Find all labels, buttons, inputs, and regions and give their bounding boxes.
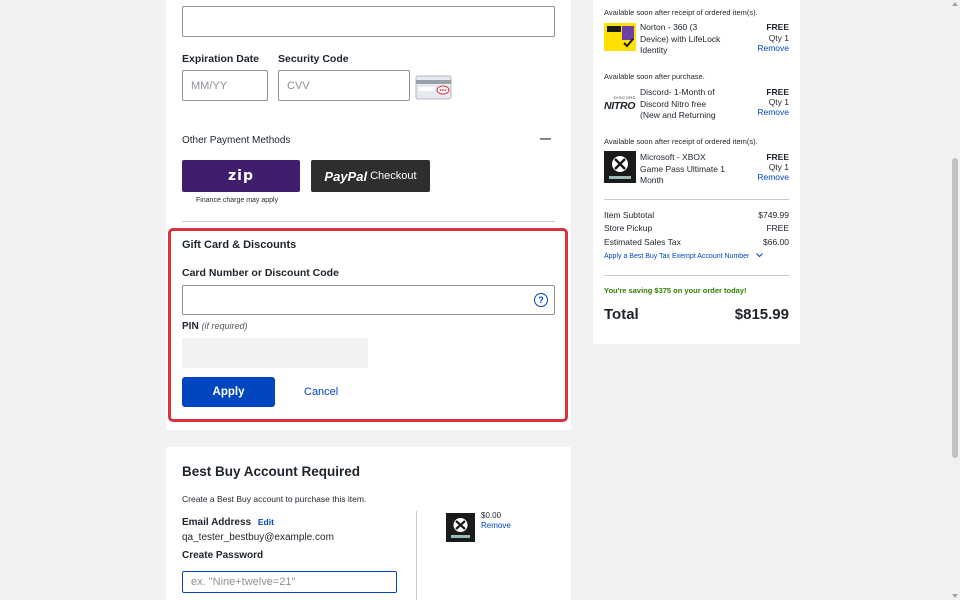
page-scrollbar[interactable]: [950, 0, 960, 600]
chevron-down-icon: [756, 253, 764, 260]
security-code-input[interactable]: CVV: [278, 70, 410, 101]
divider: [604, 199, 789, 200]
apply-label: Apply: [212, 386, 245, 398]
scroll-up-arrow[interactable]: [952, 2, 958, 6]
scroll-thumb[interactable]: [952, 158, 958, 458]
item-name: Norton - 360 (3 Device) with LifeLock Id…: [640, 22, 721, 55]
divider: [604, 275, 789, 276]
gift-card-title: Gift Card & Discounts: [182, 239, 297, 251]
edit-email-link[interactable]: Edit: [258, 517, 274, 527]
paypal-checkout-label: Checkout: [370, 170, 417, 182]
total-label: Total: [604, 306, 639, 323]
create-password-input[interactable]: ex. "Nine+twelve=21": [182, 571, 397, 593]
total-value: $815.99: [734, 306, 789, 323]
vertical-divider: [416, 511, 417, 600]
xbox-game-pass-icon: [446, 513, 475, 542]
card-number-input[interactable]: [182, 6, 555, 37]
store-pickup-value: FREE: [766, 223, 789, 233]
pin-input[interactable]: [182, 338, 368, 368]
divider: [182, 221, 555, 222]
item-price: FREE: [766, 87, 789, 97]
email-label-row: Email Address Edit: [182, 517, 274, 528]
sales-tax-value: $66.00: [763, 237, 789, 247]
discount-code-input[interactable]: [182, 285, 555, 315]
expiration-input[interactable]: MM/YY: [182, 70, 268, 101]
store-pickup-label: Store Pickup: [604, 223, 653, 233]
scroll-down-arrow[interactable]: [952, 594, 958, 598]
security-placeholder: CVV: [287, 79, 310, 92]
item-qty: Qty 1: [768, 162, 789, 172]
subtotal-value: $749.99: [758, 210, 789, 220]
help-icon[interactable]: ?: [534, 293, 548, 307]
pin-label-row: PIN (if required): [182, 321, 247, 332]
paypal-checkout-button[interactable]: PayPal Checkout: [311, 160, 430, 192]
item-remove-link[interactable]: Remove: [757, 172, 789, 182]
subtotal-label: Item Subtotal: [604, 210, 655, 220]
norton-icon: [604, 21, 636, 53]
other-payment-methods-label: Other Payment Methods: [182, 135, 291, 146]
email-label: Email Address: [182, 517, 252, 528]
security-code-label: Security Code: [278, 53, 349, 65]
collapse-icon[interactable]: —: [540, 133, 551, 145]
paypal-logo: PayPal: [324, 168, 368, 184]
cancel-link[interactable]: Cancel: [304, 386, 338, 398]
account-item-price: $0.00: [481, 511, 502, 520]
nitro-logo: NITRO: [604, 99, 636, 112]
pin-hint: (if required): [201, 321, 248, 331]
item-note: Available soon after purchase.: [604, 72, 705, 81]
finance-note: Finance charge may apply: [196, 197, 279, 204]
tax-exempt-label: Apply a Best Buy Tax Exempt Account Numb…: [604, 253, 750, 260]
apply-button[interactable]: Apply: [182, 377, 275, 407]
help-symbol: ?: [538, 295, 544, 305]
item-name: Microsoft - XBOX Game Pass Ultimate 1 Mo…: [640, 152, 726, 185]
savings-message: You're saving $375 on your order today!: [604, 286, 747, 295]
account-card: Best Buy Account Required Create a Best …: [166, 447, 571, 600]
account-item-remove[interactable]: Remove: [481, 521, 511, 530]
tax-exempt-link[interactable]: Apply a Best Buy Tax Exempt Account Numb…: [604, 253, 764, 260]
discord-nitro-icon: DISCORD NITRO: [604, 87, 636, 119]
payment-card: Expiration Date Security Code MM/YY CVV …: [166, 0, 571, 430]
item-note: Available soon after receipt of ordered …: [604, 8, 758, 17]
item-note: Available soon after receipt of ordered …: [604, 137, 758, 146]
xbox-game-pass-icon: [604, 151, 636, 183]
order-summary: Available soon after receipt of ordered …: [593, 0, 800, 344]
email-value: qa_tester_bestbuy@example.com: [182, 532, 334, 543]
pin-label: PIN: [182, 321, 199, 332]
card-cvv-icon: [415, 75, 452, 100]
item-name: Discord- 1-Month of Discord Nitro free (…: [640, 87, 716, 120]
expiration-label: Expiration Date: [182, 53, 260, 65]
item-remove-link[interactable]: Remove: [757, 107, 789, 117]
item-qty: Qty 1: [768, 97, 789, 107]
card-number-label: Card Number or Discount Code: [182, 267, 339, 279]
create-password-label: Create Password: [182, 550, 264, 561]
item-remove-link[interactable]: Remove: [757, 43, 789, 53]
account-title: Best Buy Account Required: [182, 464, 361, 479]
expiration-placeholder: MM/YY: [191, 79, 228, 92]
item-price: FREE: [766, 152, 789, 162]
password-placeholder: ex. "Nine+twelve=21": [191, 576, 296, 588]
sales-tax-label: Estimated Sales Tax: [604, 237, 681, 247]
item-qty: Qty 1: [768, 33, 789, 43]
account-description: Create a Best Buy account to purchase th…: [182, 494, 367, 504]
item-price: FREE: [766, 22, 789, 32]
zip-logo: zip: [228, 168, 254, 184]
zip-button[interactable]: zip: [182, 160, 300, 192]
